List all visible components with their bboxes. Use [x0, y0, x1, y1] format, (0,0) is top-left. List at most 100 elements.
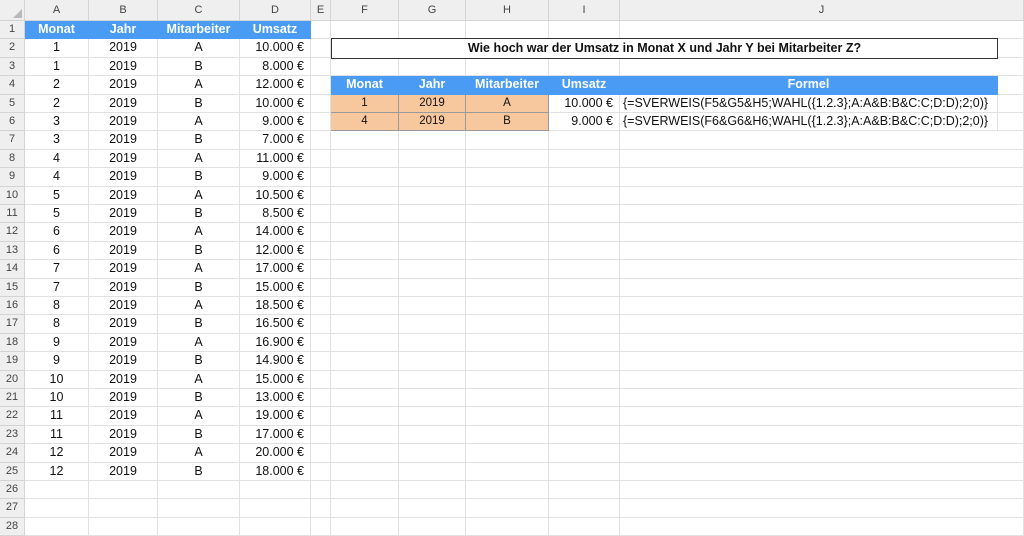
- data-cell[interactable]: 2: [25, 94, 89, 113]
- cell[interactable]: [331, 131, 399, 150]
- cell[interactable]: [399, 499, 466, 518]
- data-cell[interactable]: 15.000 €: [240, 278, 311, 297]
- data-cell[interactable]: A: [158, 444, 240, 463]
- row-header-24[interactable]: 24: [0, 444, 25, 463]
- data-cell[interactable]: 12.000 €: [240, 76, 311, 95]
- cell[interactable]: [466, 205, 549, 224]
- data-cell[interactable]: A: [158, 370, 240, 389]
- cell[interactable]: [620, 57, 1024, 77]
- lookup-monat-cell[interactable]: 1: [331, 94, 399, 113]
- data-cell[interactable]: 2: [25, 76, 89, 95]
- data-cell[interactable]: 6: [25, 223, 89, 242]
- cell[interactable]: [549, 21, 620, 40]
- cell[interactable]: [331, 205, 399, 224]
- data-cell[interactable]: 4: [25, 149, 89, 169]
- cell[interactable]: [399, 370, 466, 389]
- cell[interactable]: [549, 352, 620, 371]
- row-header-27[interactable]: 27: [0, 499, 25, 518]
- cell[interactable]: [311, 499, 331, 518]
- cell[interactable]: [549, 57, 620, 77]
- cell[interactable]: [311, 113, 331, 132]
- cell[interactable]: [311, 21, 331, 40]
- column-header-e[interactable]: E: [311, 0, 331, 21]
- data-cell[interactable]: 3: [25, 113, 89, 132]
- cell[interactable]: [311, 481, 331, 500]
- data-cell[interactable]: 8.000 €: [240, 57, 311, 77]
- data-cell[interactable]: 16.900 €: [240, 333, 311, 353]
- row-header-20[interactable]: 20: [0, 370, 25, 389]
- cell[interactable]: [89, 499, 158, 518]
- cell[interactable]: [311, 517, 331, 536]
- cell[interactable]: [311, 131, 331, 150]
- cell[interactable]: [331, 352, 399, 371]
- data-cell[interactable]: A: [158, 223, 240, 242]
- cell[interactable]: [466, 499, 549, 518]
- cell[interactable]: [399, 21, 466, 40]
- cell[interactable]: [311, 260, 331, 279]
- cell[interactable]: [399, 205, 466, 224]
- data-cell[interactable]: 18.500 €: [240, 297, 311, 316]
- left-header-umsatz[interactable]: Umsatz: [240, 21, 311, 40]
- lookup-formel-cell[interactable]: {=SVERWEIS(F6&G6&H6;WAHL({1.2.3};A:A&B:B…: [620, 113, 998, 132]
- data-cell[interactable]: 2019: [89, 76, 158, 95]
- right-header-formel[interactable]: Formel: [620, 76, 998, 95]
- cell[interactable]: [399, 260, 466, 279]
- data-cell[interactable]: 3: [25, 131, 89, 150]
- data-cell[interactable]: B: [158, 389, 240, 408]
- cell[interactable]: [331, 407, 399, 426]
- cell[interactable]: [311, 76, 331, 95]
- data-cell[interactable]: 20.000 €: [240, 444, 311, 463]
- lookup-umsatz-cell[interactable]: 9.000 €: [549, 113, 620, 132]
- cell[interactable]: [399, 517, 466, 536]
- cell[interactable]: [331, 57, 399, 77]
- cell[interactable]: [466, 21, 549, 40]
- cell[interactable]: [311, 205, 331, 224]
- cell[interactable]: [466, 241, 549, 261]
- cell[interactable]: [331, 297, 399, 316]
- cell[interactable]: [399, 389, 466, 408]
- cell[interactable]: [620, 352, 1024, 371]
- cell[interactable]: [331, 186, 399, 205]
- cell[interactable]: [620, 481, 1024, 500]
- cell[interactable]: [549, 278, 620, 297]
- data-cell[interactable]: 14.000 €: [240, 223, 311, 242]
- row-header-11[interactable]: 11: [0, 205, 25, 224]
- cell[interactable]: [466, 315, 549, 334]
- cell[interactable]: [311, 389, 331, 408]
- data-cell[interactable]: 10: [25, 370, 89, 389]
- cell[interactable]: [549, 499, 620, 518]
- data-cell[interactable]: 17.000 €: [240, 260, 311, 279]
- cell[interactable]: [331, 241, 399, 261]
- cell[interactable]: [311, 297, 331, 316]
- cell[interactable]: [466, 407, 549, 426]
- data-cell[interactable]: B: [158, 168, 240, 187]
- cell[interactable]: [311, 241, 331, 261]
- data-cell[interactable]: 2019: [89, 186, 158, 205]
- cell[interactable]: [466, 389, 549, 408]
- row-header-6[interactable]: 6: [0, 113, 25, 132]
- data-cell[interactable]: B: [158, 462, 240, 481]
- column-header-c[interactable]: C: [158, 0, 240, 21]
- cell[interactable]: [311, 425, 331, 445]
- cell[interactable]: [620, 223, 1024, 242]
- data-cell[interactable]: 10.000 €: [240, 39, 311, 58]
- cell[interactable]: [399, 131, 466, 150]
- row-header-10[interactable]: 10: [0, 186, 25, 205]
- cell[interactable]: [549, 241, 620, 261]
- data-cell[interactable]: 10.500 €: [240, 186, 311, 205]
- cell[interactable]: [549, 389, 620, 408]
- cell[interactable]: [399, 57, 466, 77]
- row-header-21[interactable]: 21: [0, 389, 25, 408]
- data-cell[interactable]: A: [158, 333, 240, 353]
- row-header-5[interactable]: 5: [0, 94, 25, 113]
- right-header-umsatz[interactable]: Umsatz: [549, 76, 620, 95]
- cell[interactable]: [240, 481, 311, 500]
- column-header-b[interactable]: B: [89, 0, 158, 21]
- cell[interactable]: [466, 168, 549, 187]
- cell[interactable]: [158, 499, 240, 518]
- data-cell[interactable]: A: [158, 260, 240, 279]
- data-cell[interactable]: 2019: [89, 352, 158, 371]
- row-header-26[interactable]: 26: [0, 481, 25, 500]
- row-header-4[interactable]: 4: [0, 76, 25, 95]
- data-cell[interactable]: 2019: [89, 223, 158, 242]
